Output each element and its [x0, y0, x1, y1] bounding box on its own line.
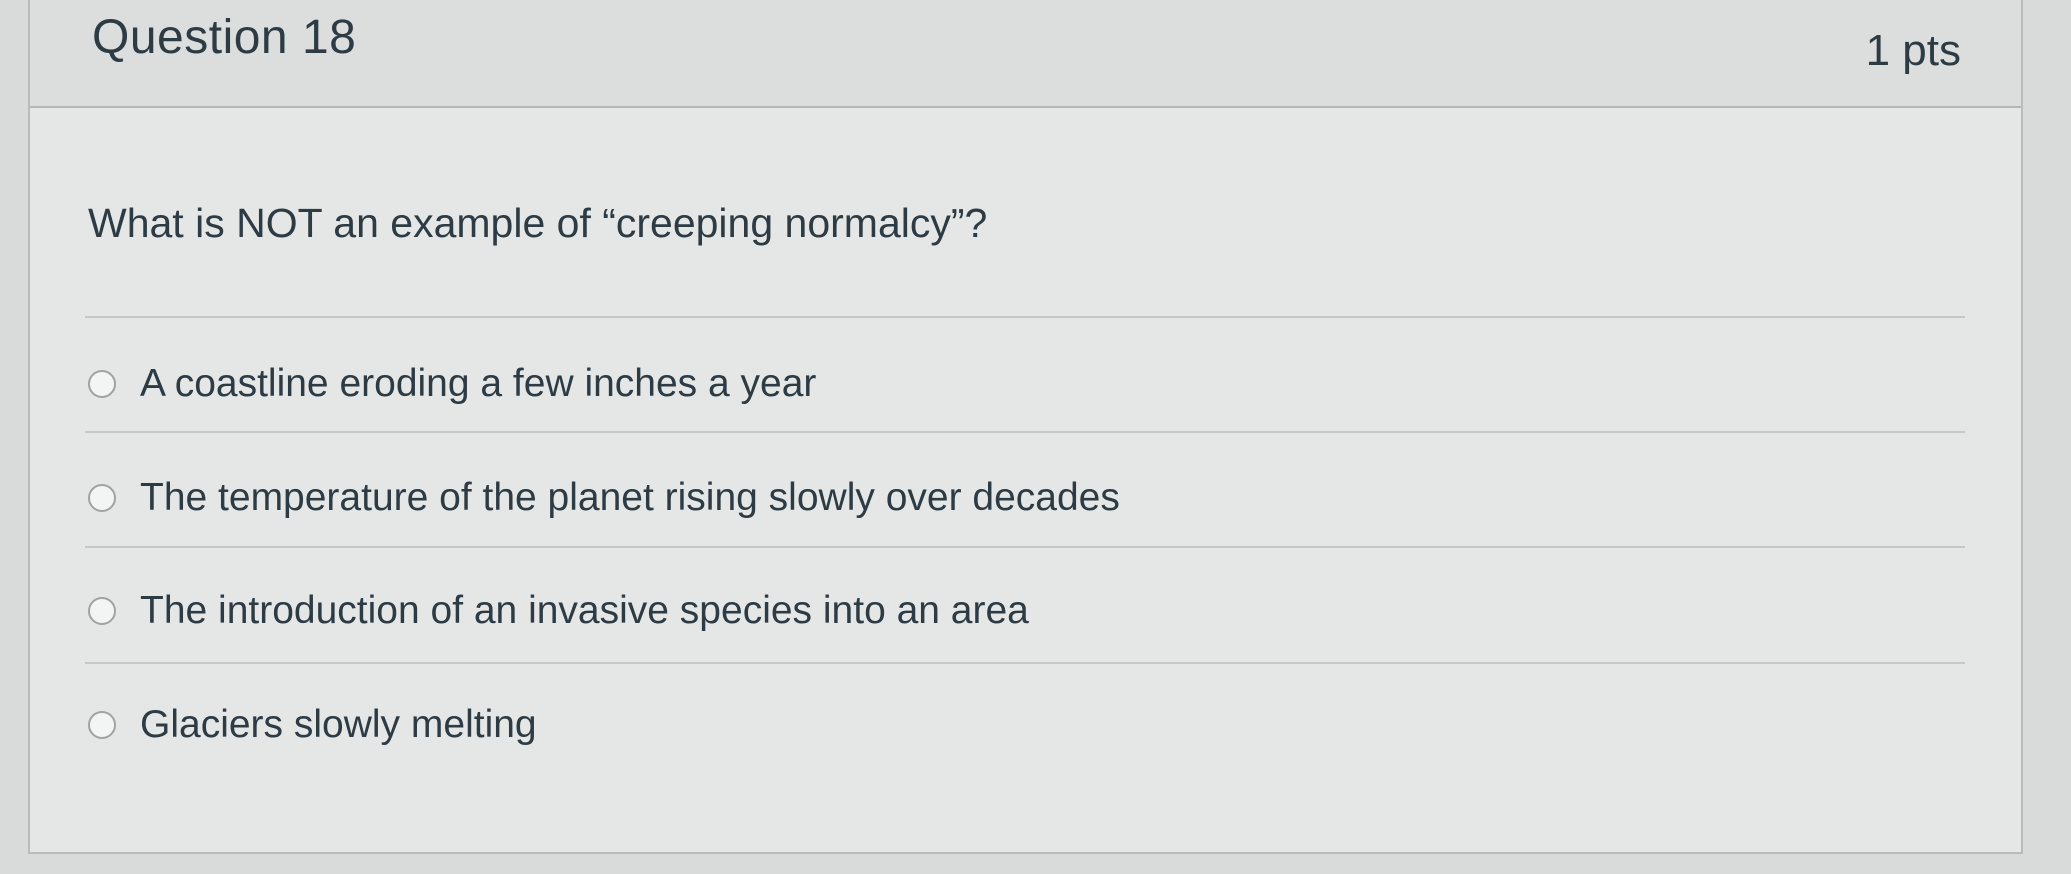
radio-button[interactable] — [88, 597, 116, 625]
answer-label: The temperature of the planet rising slo… — [140, 476, 1120, 519]
answer-label: A coastline eroding a few inches a year — [140, 362, 817, 405]
question-header: Question 18 1 pts — [30, 0, 2021, 108]
question-points: 1 pts — [1865, 26, 1961, 75]
answer-option-4[interactable]: Glaciers slowly melting — [88, 695, 537, 755]
radio-button[interactable] — [88, 370, 116, 398]
answer-divider — [85, 431, 1965, 433]
answer-label: Glaciers slowly melting — [140, 703, 537, 746]
answer-label: The introduction of an invasive species … — [140, 589, 1029, 632]
answer-option-1[interactable]: A coastline eroding a few inches a year — [88, 354, 816, 414]
question-text: What is NOT an example of “creeping norm… — [88, 200, 988, 246]
answer-divider — [85, 662, 1965, 664]
question-title: Question 18 — [92, 11, 357, 64]
radio-button[interactable] — [88, 711, 116, 739]
answer-option-2[interactable]: The temperature of the planet rising slo… — [88, 468, 1120, 528]
answer-option-3[interactable]: The introduction of an invasive species … — [88, 581, 1029, 641]
radio-button[interactable] — [88, 484, 116, 512]
answer-divider — [85, 546, 1965, 548]
answer-divider — [85, 316, 1965, 318]
question-card: Question 18 1 pts What is NOT an example… — [28, 0, 2023, 854]
